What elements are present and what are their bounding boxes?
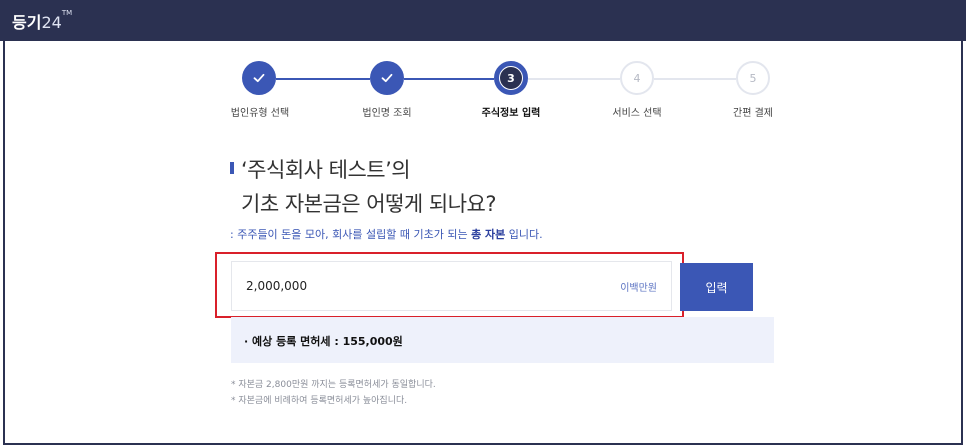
note-2: * 자본금에 비례하여 등록면허세가 높아집니다. xyxy=(231,396,408,406)
progress-stepper: 3 4 5 법인유형 선택 법인명 조회 주식정보 입력 서비스 선택 간편 결… xyxy=(0,0,966,130)
step-connector-3 xyxy=(528,78,620,80)
step-5-label: 간편 결제 xyxy=(733,108,773,119)
step-5-circle: 5 xyxy=(736,61,770,95)
check-icon xyxy=(253,73,265,83)
step-3-number: 3 xyxy=(500,67,522,89)
step-connector-4 xyxy=(654,78,736,80)
question-accent-bar xyxy=(230,162,234,174)
subtitle-text-pre: : 주주들이 돈을 모아, 회사를 설립할 때 기초가 되는 xyxy=(230,228,472,241)
fee-estimate-text: · 예상 등록 면허세 : 155,000원 xyxy=(244,335,403,348)
submit-button[interactable]: 입력 xyxy=(680,263,753,311)
subtitle-text-post: 입니다. xyxy=(505,228,543,241)
step-2-label: 법인명 조회 xyxy=(362,108,412,119)
fee-estimate-box: · 예상 등록 면허세 : 155,000원 xyxy=(231,317,774,363)
step-connector-2 xyxy=(404,78,494,80)
capital-input-box: 이백만원 xyxy=(231,261,672,311)
capital-unit-text: 이백만원 xyxy=(620,283,657,294)
question-line-1: ‘주식회사 테스트’의 xyxy=(241,158,411,182)
step-3-circle: 3 xyxy=(494,61,528,95)
question-subtitle: : 주주들이 돈을 모아, 회사를 설립할 때 기초가 되는 총 자본 입니다. xyxy=(230,226,543,242)
question-line-2: 기초 자본금은 어떻게 되나요? xyxy=(241,192,497,216)
step-2-circle xyxy=(370,61,404,95)
step-3-label: 주식정보 입력 xyxy=(481,108,541,119)
step-connector-1 xyxy=(276,78,370,80)
note-1: * 자본금 2,800만원 까지는 등록면허세가 동일합니다. xyxy=(231,380,436,390)
step-1-circle xyxy=(242,61,276,95)
step-1-label: 법인유형 선택 xyxy=(230,108,290,119)
step-4-circle: 4 xyxy=(620,61,654,95)
capital-input[interactable] xyxy=(232,262,572,310)
subtitle-bold: 총 자본 xyxy=(471,228,506,241)
step-4-label: 서비스 선택 xyxy=(612,108,662,119)
check-icon xyxy=(381,73,393,83)
